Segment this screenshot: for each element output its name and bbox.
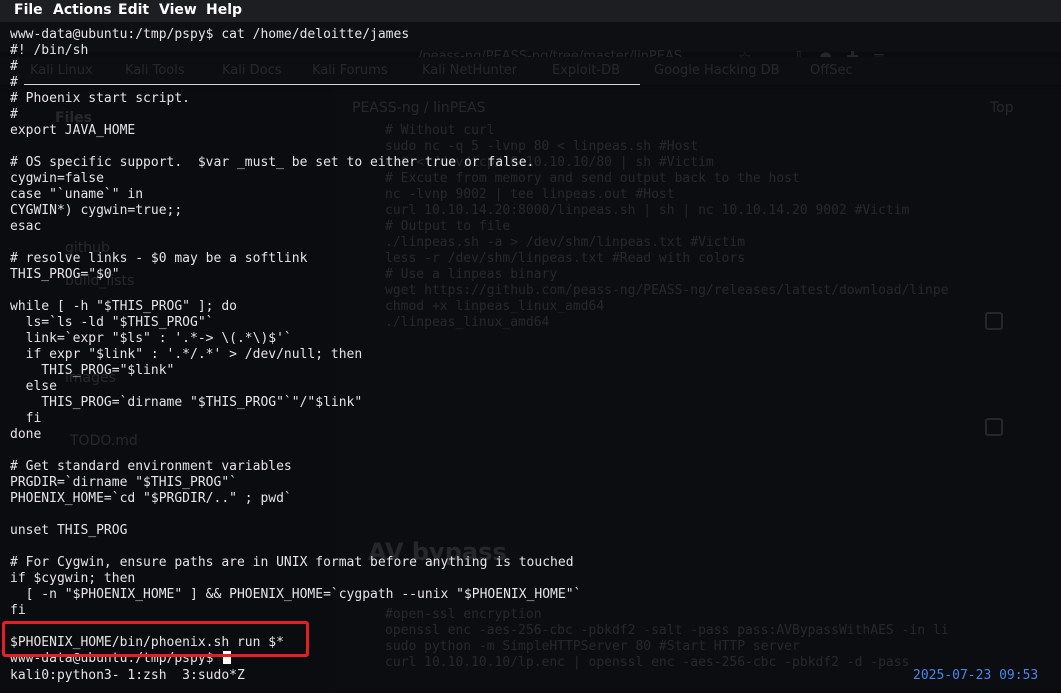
highlight-annotation bbox=[2, 621, 309, 657]
terminal-line: export JAVA_HOME bbox=[10, 123, 136, 138]
terminal-menubar: File Actions Edit View Help bbox=[0, 0, 1061, 22]
terminal-line: # For Cygwin, ensure paths are in UNIX f… bbox=[10, 555, 574, 570]
terminal-line: case "`uname`" in bbox=[10, 187, 144, 202]
script-comment-rule bbox=[24, 84, 640, 85]
terminal-line: [ -n "$PHOENIX_HOME" ] && PHOENIX_HOME=`… bbox=[10, 587, 582, 602]
tmux-status-bar: kali0:python3- 1:zsh 3:sudo*Z bbox=[10, 668, 245, 683]
terminal-line: # bbox=[10, 59, 18, 74]
terminal-line: if expr "$link" : '.*/.*' > /dev/null; t… bbox=[10, 347, 363, 362]
terminal-line: if $cygwin; then bbox=[10, 571, 136, 586]
terminal-line: esac bbox=[10, 219, 42, 234]
terminal-line: link=`expr "$ls" : '.*-> \(.*\)$'` bbox=[10, 331, 292, 346]
menu-help[interactable]: Help bbox=[206, 2, 242, 18]
terminal-line: THIS_PROG="$link" bbox=[10, 363, 175, 378]
terminal-line: CYGWIN*) cygwin=true;; bbox=[10, 203, 183, 218]
menu-edit[interactable]: Edit bbox=[118, 2, 149, 18]
terminal-line: # OS specific support. $var _must_ be se… bbox=[10, 155, 535, 170]
terminal-line: www-data@ubuntu:/tmp/pspy$ cat /home/del… bbox=[10, 27, 410, 42]
terminal-line: # Get standard environment variables bbox=[10, 459, 292, 474]
terminal-line: THIS_PROG=`dirname "$THIS_PROG"`"/"$link… bbox=[10, 395, 363, 410]
tmux-clock: 2025-07-23 09:53 bbox=[913, 668, 1039, 683]
terminal-line: # resolve links - $0 may be a softlink bbox=[10, 251, 308, 266]
terminal-line: ls=`ls -ld "$THIS_PROG"` bbox=[10, 315, 214, 330]
menu-file[interactable]: File bbox=[14, 2, 43, 18]
terminal-line: fi bbox=[10, 603, 26, 618]
terminal-line: # Phoenix start script. bbox=[10, 91, 191, 106]
terminal-line: PHOENIX_HOME=`cd "$PRGDIR/.." ; pwd` bbox=[10, 491, 292, 506]
terminal-line: PRGDIR=`dirname "$THIS_PROG"` bbox=[10, 475, 237, 490]
terminal-line: THIS_PROG="$0" bbox=[10, 267, 120, 282]
terminal-line: # bbox=[10, 75, 18, 90]
terminal-line: # bbox=[10, 107, 18, 122]
terminal-line: done bbox=[10, 427, 42, 442]
terminal-line: unset THIS_PROG bbox=[10, 523, 128, 538]
terminal-line: cygwin=false bbox=[10, 171, 104, 186]
menu-view[interactable]: View bbox=[159, 2, 197, 18]
terminal-output: www-data@ubuntu:/tmp/pspy$ cat /home/del… bbox=[10, 27, 581, 667]
terminal-line: else bbox=[10, 379, 57, 394]
terminal-line: while [ -h "$THIS_PROG" ]; do bbox=[10, 299, 237, 314]
terminal-line: #! /bin/sh bbox=[10, 43, 89, 58]
terminal-line: fi bbox=[10, 411, 42, 426]
menu-actions[interactable]: Actions bbox=[53, 2, 112, 18]
